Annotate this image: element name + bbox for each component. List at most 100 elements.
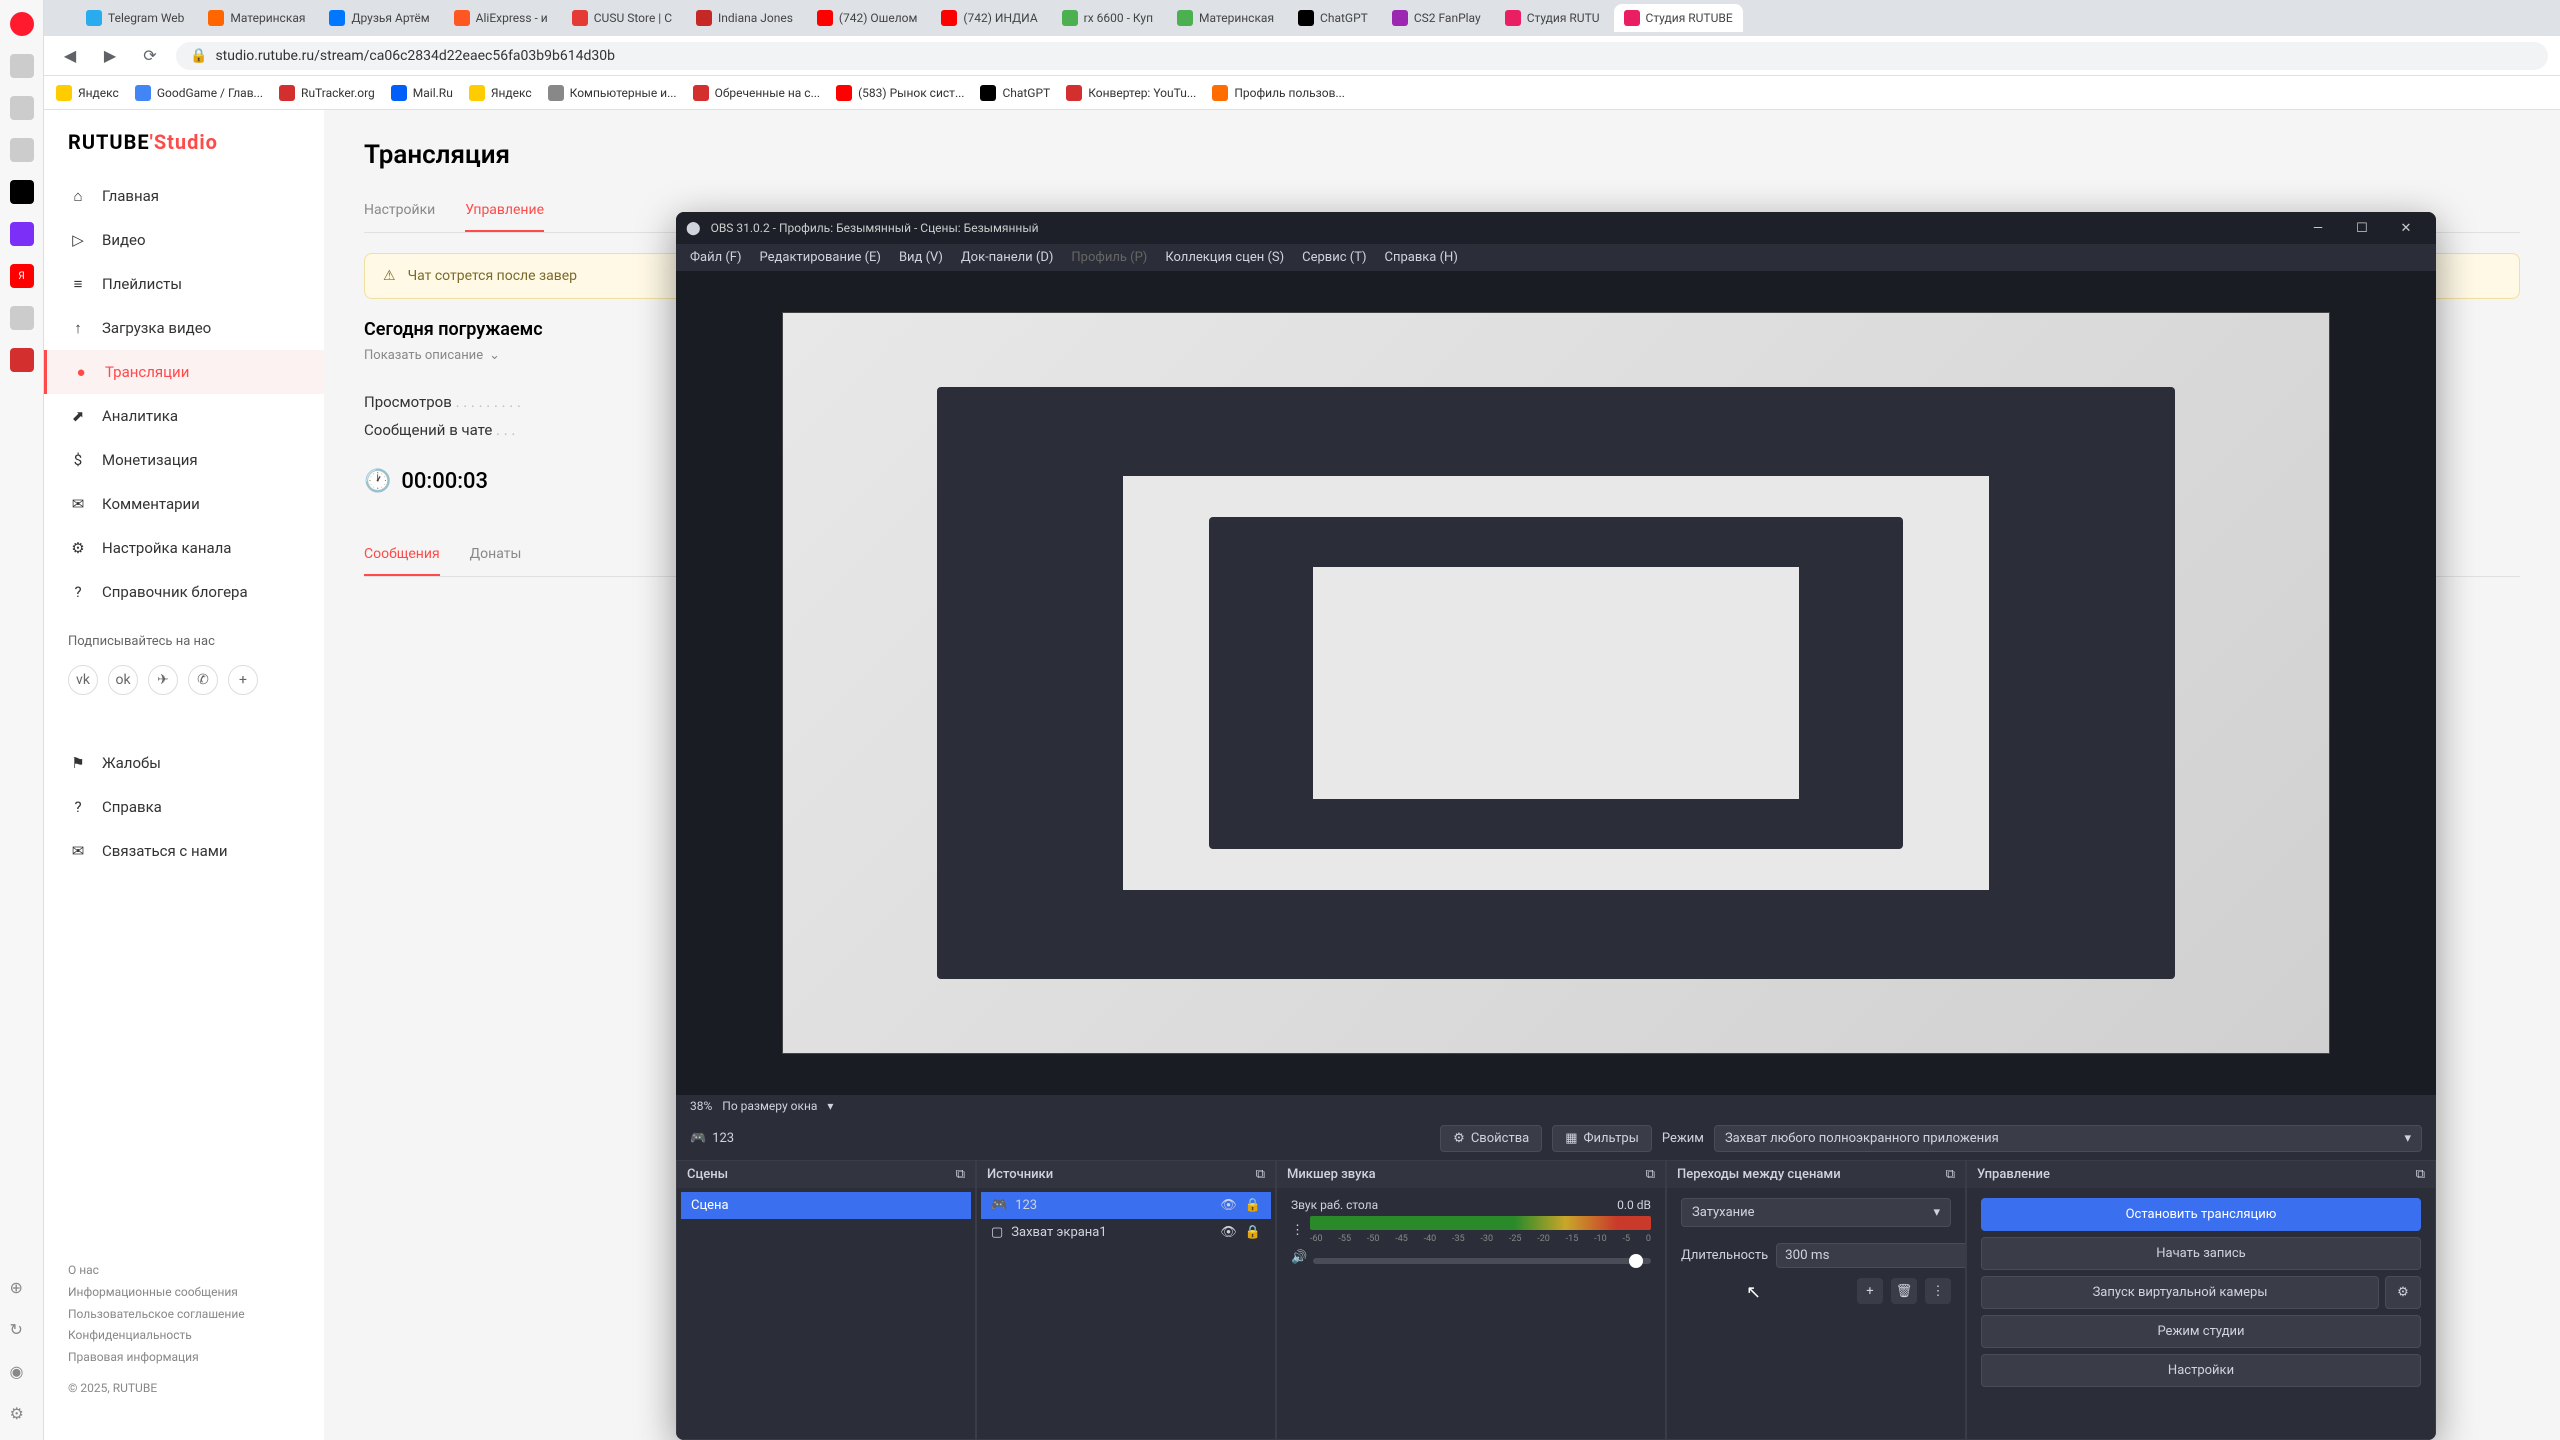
obs-menu-item[interactable]: Сервис (T): [1302, 250, 1366, 265]
browser-tab[interactable]: (742) Ошелом: [807, 4, 928, 32]
footer-privacy[interactable]: Конфиденциальность: [68, 1325, 300, 1347]
sidebar-nav-item[interactable]: ⚙Настройка канала: [44, 526, 324, 570]
rutube-logo[interactable]: RUTUBE'Studio: [44, 130, 324, 174]
opera-sidebar-icon[interactable]: [10, 96, 34, 120]
settings-button[interactable]: Настройки: [1981, 1354, 2421, 1387]
sidebar-nav-item[interactable]: ✉Связаться с нами: [44, 829, 324, 873]
sidebar-nav-item[interactable]: ⬈Аналитика: [44, 394, 324, 438]
opera-sidebar-settings-icon[interactable]: ⚙: [10, 1404, 34, 1428]
browser-tab[interactable]: ChatGPT: [1288, 4, 1378, 32]
tab-donations[interactable]: Донаты: [470, 534, 522, 576]
obs-menu-item[interactable]: Коллекция сцен (S): [1165, 250, 1284, 265]
obs-menu-item[interactable]: Справка (H): [1385, 250, 1458, 265]
bookmark-item[interactable]: Mail.Ru: [391, 85, 453, 101]
obs-menu-item[interactable]: Док-панели (D): [961, 250, 1054, 265]
sidebar-nav-item[interactable]: ▷Видео: [44, 218, 324, 262]
browser-tab[interactable]: (742) ИНДИА: [931, 4, 1047, 32]
sidebar-nav-item[interactable]: ?Справка: [44, 785, 324, 829]
footer-info[interactable]: Информационные сообщения: [68, 1282, 300, 1304]
stop-stream-button[interactable]: Остановить трансляцию: [1981, 1198, 2421, 1231]
browser-tab[interactable]: Telegram Web: [76, 4, 194, 32]
footer-about[interactable]: О нас: [68, 1260, 300, 1282]
source-item[interactable]: 🎮123👁🔒: [981, 1192, 1271, 1219]
opera-sidebar-icon[interactable]: [10, 180, 34, 204]
back-button[interactable]: ◀: [56, 42, 84, 70]
sidebar-nav-item[interactable]: $Монетизация: [44, 438, 324, 482]
opera-sidebar-icon[interactable]: ⊕: [10, 1278, 34, 1302]
delete-transition-button[interactable]: 🗑: [1891, 1278, 1917, 1304]
popout-icon[interactable]: ⧉: [1946, 1167, 1955, 1182]
transition-type-select[interactable]: Затухание ▾: [1681, 1198, 1951, 1227]
obs-menu-item[interactable]: Вид (V): [899, 250, 943, 265]
social-telegram-icon[interactable]: ✈: [148, 665, 178, 695]
track-menu-icon[interactable]: ⋮: [1291, 1223, 1304, 1238]
visibility-toggle-icon[interactable]: 👁: [1220, 1198, 1237, 1213]
footer-legal[interactable]: Правовая информация: [68, 1347, 300, 1369]
social-vk-icon[interactable]: vk: [68, 665, 98, 695]
obs-menu-item[interactable]: Редактирование (E): [760, 250, 881, 265]
tab-messages[interactable]: Сообщения: [364, 534, 440, 576]
opera-sidebar-icon[interactable]: Я: [10, 264, 34, 288]
browser-tab[interactable]: Материнская: [1167, 4, 1284, 32]
sidebar-nav-item[interactable]: ?Справочник блогера: [44, 570, 324, 614]
sidebar-nav-item[interactable]: ≡Плейлисты: [44, 262, 324, 306]
obs-menu-item[interactable]: Профиль (P): [1071, 250, 1147, 265]
zoom-mode[interactable]: По размеру окна: [722, 1099, 817, 1113]
browser-tab[interactable]: Indiana Jones: [686, 4, 803, 32]
obs-titlebar[interactable]: ⬤ OBS 31.0.2 - Профиль: Безымянный - Сце…: [676, 212, 2436, 244]
footer-agreement[interactable]: Пользовательское соглашение: [68, 1304, 300, 1326]
sidebar-nav-item[interactable]: ⚑Жалобы: [44, 741, 324, 785]
reload-button[interactable]: ⟳: [136, 42, 164, 70]
bookmark-item[interactable]: Компьютерные и...: [548, 85, 677, 101]
opera-sidebar-icon[interactable]: [10, 222, 34, 246]
slider-thumb[interactable]: [1629, 1254, 1643, 1268]
bookmark-item[interactable]: Профиль пользов...: [1212, 85, 1345, 101]
social-ok-icon[interactable]: ok: [108, 665, 138, 695]
popout-icon[interactable]: ⧉: [1646, 1167, 1655, 1182]
duration-input[interactable]: [1776, 1243, 1965, 1268]
sidebar-nav-item[interactable]: ⌂Главная: [44, 174, 324, 218]
bookmark-item[interactable]: Конвертер: YouTu...: [1066, 85, 1196, 101]
bookmark-item[interactable]: GoodGame / Глав...: [135, 85, 263, 101]
opera-sidebar-icon[interactable]: ◉: [10, 1362, 34, 1386]
browser-tab[interactable]: AliExpress - и: [444, 4, 558, 32]
social-viber-icon[interactable]: ✆: [188, 665, 218, 695]
capture-mode-select[interactable]: Захват любого полноэкранного приложения …: [1714, 1125, 2422, 1152]
sidebar-nav-item[interactable]: ↑Загрузка видео: [44, 306, 324, 350]
virtual-camera-settings-button[interactable]: ⚙: [2385, 1276, 2421, 1309]
close-button[interactable]: ✕: [2386, 214, 2426, 242]
volume-slider[interactable]: [1313, 1258, 1651, 1264]
tab-management[interactable]: Управление: [465, 190, 544, 232]
add-transition-button[interactable]: +: [1857, 1278, 1883, 1304]
sidebar-nav-item[interactable]: ✉Комментарии: [44, 482, 324, 526]
url-input[interactable]: 🔒 studio.rutube.ru/stream/ca06c2834d22ea…: [176, 42, 2548, 70]
opera-sidebar-icon[interactable]: [10, 306, 34, 330]
lock-toggle-icon[interactable]: 🔒: [1245, 1198, 1261, 1213]
properties-button[interactable]: ⚙ Свойства: [1440, 1125, 1542, 1152]
popout-icon[interactable]: ⧉: [956, 1167, 965, 1182]
scene-item[interactable]: Сцена: [681, 1192, 971, 1219]
browser-tab[interactable]: Студия RUTU: [1495, 4, 1610, 32]
bookmark-item[interactable]: Обреченные на с...: [693, 85, 820, 101]
browser-tab[interactable]: CS2 FanPlay: [1382, 4, 1491, 32]
bookmark-item[interactable]: Яндекс: [469, 85, 532, 101]
minimize-button[interactable]: —: [2298, 214, 2338, 242]
browser-tab[interactable]: CUSU Store | C: [562, 4, 682, 32]
browser-tab[interactable]: Студия RUTUBE: [1614, 4, 1743, 32]
source-item[interactable]: ▢Захват экрана1👁🔒: [981, 1219, 1271, 1246]
maximize-button[interactable]: ☐: [2342, 214, 2382, 242]
transition-menu-button[interactable]: ⋮: [1925, 1278, 1951, 1304]
tab-settings[interactable]: Настройки: [364, 190, 435, 232]
opera-sidebar-icon[interactable]: ↻: [10, 1320, 34, 1344]
sidebar-nav-item[interactable]: ●Трансляции: [44, 350, 324, 394]
obs-menu-item[interactable]: Файл (F): [690, 250, 742, 265]
opera-sidebar-icon[interactable]: [10, 348, 34, 372]
forward-button[interactable]: ▶: [96, 42, 124, 70]
opera-sidebar-icon[interactable]: [10, 54, 34, 78]
bookmark-item[interactable]: Яндекс: [56, 85, 119, 101]
bookmark-item[interactable]: RuTracker.org: [279, 85, 375, 101]
speaker-icon[interactable]: 🔊: [1291, 1250, 1307, 1265]
filters-button[interactable]: ▦ Фильтры: [1552, 1125, 1652, 1152]
browser-tab[interactable]: Друзья Артём: [319, 4, 439, 32]
visibility-toggle-icon[interactable]: 👁: [1220, 1225, 1237, 1240]
